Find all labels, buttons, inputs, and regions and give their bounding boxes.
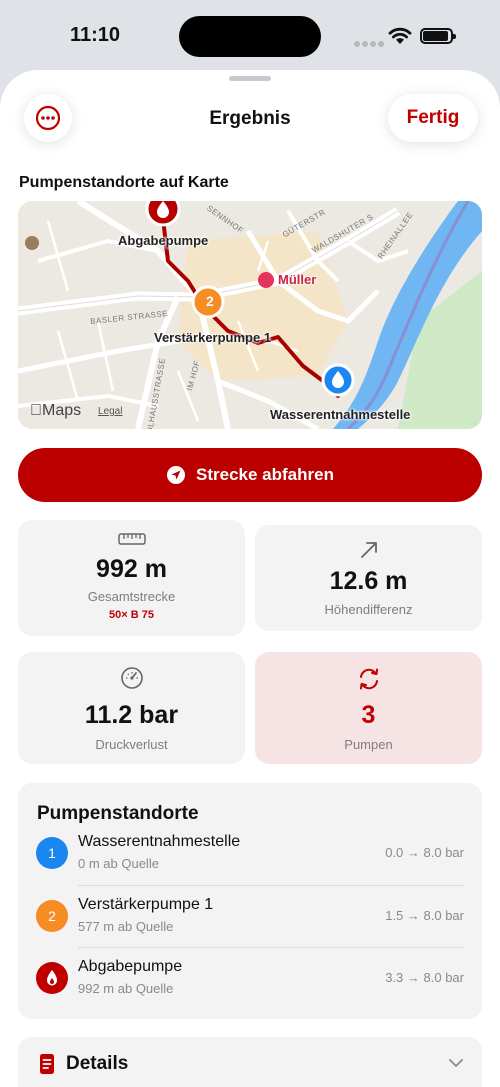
drive-route-label: Strecke abfahren [196,465,334,484]
pump-map[interactable]: 2 Abgabepumpe Verstärkerpumpe 1 Wasseren… [18,201,482,429]
pump-name: Abgabepumpe [78,958,183,975]
flame-icon [36,962,68,994]
elevation-value: 12.6 m [329,567,408,595]
stat-distance: 992 m Gesamtstrecke 50× B 75 [18,520,245,636]
pump-badge: 1 [36,837,68,869]
pressure-label: Druckverlust [95,737,168,752]
stat-pressure: 11.2 bar Druckverlust [18,652,245,764]
document-icon [40,1054,54,1074]
sheet-grabber[interactable] [229,76,271,81]
status-time: 11:10 [70,24,121,46]
details-label: Details [66,1053,129,1074]
drive-route-button[interactable]: Strecke abfahren [18,448,482,502]
status-bar: 11:10 [0,0,500,70]
map-canvas [18,201,482,429]
map-label-poi: Müller [278,272,317,287]
pump-distance: 577 m ab Quelle [78,919,174,934]
map-label-booster: Verstärkerpumpe 1 [154,330,272,345]
pump-locations-card: Pumpenstandorte 1 Wasserentnahmestelle 0… [18,783,482,1019]
pump-locations-title: Pumpenstandorte [37,803,199,824]
chevron-down-icon [449,1059,463,1067]
dynamic-island [179,16,321,57]
pump-badge: 2 [36,900,68,932]
apple-logo-icon:  [30,402,42,419]
pressure-value: 11.2 bar [84,701,179,729]
apple-maps-logo: Maps [30,402,81,419]
pumps-value: 3 [361,701,376,729]
hose-count: 50× B 75 [109,609,154,621]
pump-distance: 0 m ab Quelle [78,856,159,871]
stat-elevation: 12.6 m Höhendifferenz [255,525,482,631]
distance-value: 992 m [96,555,167,583]
pump-pressure: 1.5 → 8.0 bar [385,908,464,923]
pump-pressure: 0.0 → 8.0 bar [385,845,464,860]
pump-row-dispense[interactable]: Abgabepumpe 992 m ab Quelle 3.3 → 8.0 ba… [36,948,464,1010]
map-marker-dispense[interactable] [145,201,181,227]
cellular-signal-icon [354,34,386,52]
done-button[interactable]: Fertig [388,94,478,142]
map-section-title: Pumpenstandorte auf Karte [19,174,229,191]
map-label-source: Wasserentnahmestelle [270,407,411,422]
pump-name: Wasserentnahmestelle [78,833,241,850]
map-label-dispense: Abgabepumpe [118,233,209,248]
arrow-up-right-icon [360,542,377,558]
pump-row-booster[interactable]: 2 Verstärkerpumpe 1 577 m ab Quelle 1.5 … [36,886,464,948]
result-sheet: Ergebnis Fertig Pumpenstandorte auf Kart… [0,70,500,1087]
pump-row-source[interactable]: 1 Wasserentnahmestelle 0 m ab Quelle 0.0… [36,823,464,885]
pump-pressure: 3.3 → 8.0 bar [385,970,464,985]
wifi-icon [388,27,412,44]
battery-icon [420,28,456,44]
pump-name: Verstärkerpumpe 1 [78,896,214,913]
pump-distance: 992 m ab Quelle [78,981,174,996]
ruler-icon [117,533,146,545]
gauge-icon [120,667,143,689]
stat-pumps: 3 Pumpen [255,652,482,764]
details-disclosure[interactable]: Details [18,1037,482,1087]
distance-label: Gesamtstrecke [87,589,176,604]
booster-marker-number: 2 [206,293,214,309]
pumps-label: Pumpen [344,737,393,752]
legal-link[interactable]: Legal [98,406,122,417]
cycle-arrows-icon [359,668,378,690]
elevation-label: Höhendifferenz [324,602,413,617]
location-arrow-icon [167,466,186,484]
map-marker-source[interactable] [321,363,355,397]
